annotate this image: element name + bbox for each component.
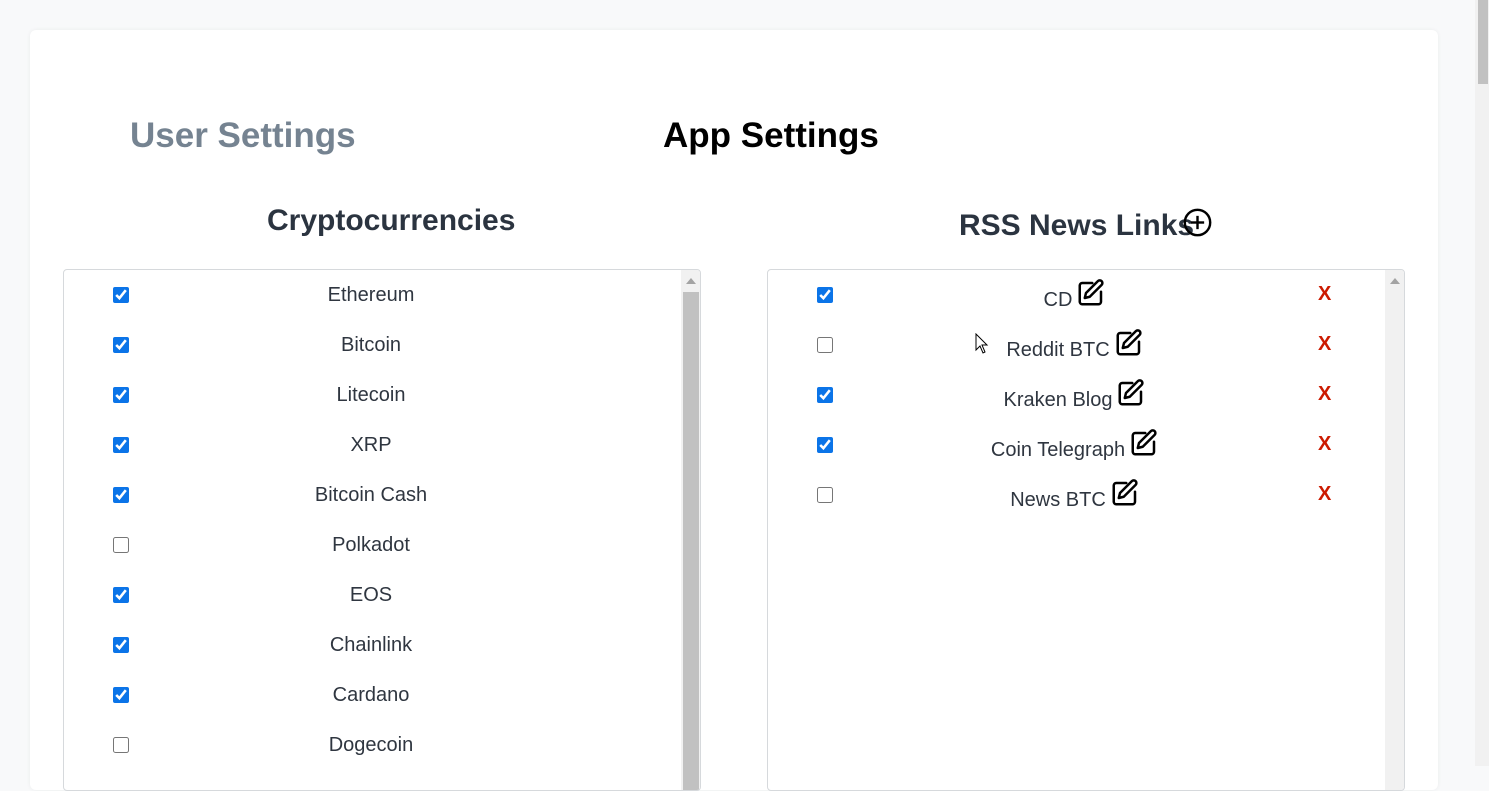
rss-label: News BTC [1010,489,1106,511]
rss-label-group: CD [868,278,1282,311]
crypto-label: Chainlink [329,634,413,656]
crypto-label: Litecoin [336,384,406,406]
delete-rss-button[interactable]: X [1318,432,1331,456]
scroll-up-arrow-icon[interactable] [686,278,696,284]
rss-checkbox[interactable] [817,437,833,453]
crypto-checkbox[interactable] [113,487,129,503]
scroll-up-arrow-icon[interactable] [1390,278,1400,284]
delete-rss-button[interactable]: X [1318,282,1331,306]
crypto-label: Bitcoin Cash [314,484,428,506]
rss-links-list: CD X Reddit BTC X Kraken Blog X Coin Telegraph… [767,269,1405,791]
crypto-row: Bitcoin Cash [64,470,680,520]
crypto-label: Dogecoin [328,734,414,756]
cryptocurrency-list: Ethereum Bitcoin Litecoin XRP Bitcoin Cash Po… [63,269,701,791]
rss-label: Reddit BTC [1006,339,1110,361]
crypto-row: Litecoin [64,370,680,420]
edit-icon[interactable] [1116,378,1146,408]
rss-news-links-heading: RSS News Links [959,209,1195,242]
crypto-checkbox[interactable] [113,537,129,553]
scrollbar-thumb[interactable] [683,292,699,790]
crypto-label: Cardano [332,684,410,706]
rss-label-group: Kraken Blog [868,378,1282,411]
crypto-checkbox[interactable] [113,637,129,653]
crypto-row: EOS [64,570,680,620]
crypto-row: Bitcoin [64,320,680,370]
edit-icon[interactable] [1129,428,1159,458]
rss-label: Kraken Blog [1003,389,1113,411]
crypto-checkbox[interactable] [113,687,129,703]
rss-checkbox[interactable] [817,337,833,353]
crypto-checkbox[interactable] [113,387,129,403]
rss-row: Reddit BTC X [768,320,1384,370]
crypto-label: Ethereum [327,284,415,306]
cryptocurrencies-heading: Cryptocurrencies [267,204,516,237]
crypto-label: Polkadot [332,534,410,556]
page-scrollbar-thumb[interactable] [1478,0,1488,84]
rss-row: CD X [768,270,1384,320]
delete-rss-button[interactable]: X [1318,382,1331,406]
crypto-checkbox[interactable] [113,287,129,303]
rss-label: Coin Telegraph [990,439,1126,461]
crypto-row: Ethereum [64,270,680,320]
page-scrollbar[interactable] [1475,0,1489,766]
mouse-cursor-icon [975,333,989,354]
crypto-list-scrollbar[interactable] [681,270,700,790]
rss-label-group: News BTC [868,478,1282,511]
rss-checkbox[interactable] [817,387,833,403]
crypto-label: EOS [349,584,393,606]
rss-checkbox[interactable] [817,287,833,303]
tab-user-settings[interactable]: User Settings [130,114,356,158]
delete-rss-button[interactable]: X [1318,482,1331,506]
tab-app-settings[interactable]: App Settings [663,114,879,158]
edit-icon[interactable] [1114,328,1144,358]
rss-row: News BTC X [768,470,1384,520]
edit-icon[interactable] [1110,478,1140,508]
rss-list-scrollbar[interactable] [1385,270,1404,790]
crypto-checkbox[interactable] [113,737,129,753]
rss-label-group: Coin Telegraph [868,428,1282,461]
crypto-row: Cardano [64,670,680,720]
rss-label: CD [1043,289,1073,311]
crypto-row: Polkadot [64,520,680,570]
rss-row: Kraken Blog X [768,370,1384,420]
crypto-row: XRP [64,420,680,470]
crypto-row: Chainlink [64,620,680,670]
crypto-label: Bitcoin [340,334,402,356]
crypto-checkbox[interactable] [113,437,129,453]
crypto-row: Dogecoin [64,720,680,770]
rss-label-group: Reddit BTC [868,328,1282,361]
rss-checkbox[interactable] [817,487,833,503]
crypto-checkbox[interactable] [113,337,129,353]
crypto-label: XRP [350,434,392,456]
edit-icon[interactable] [1076,278,1106,308]
delete-rss-button[interactable]: X [1318,332,1331,356]
crypto-checkbox[interactable] [113,587,129,603]
add-circle-icon[interactable] [1183,208,1212,237]
rss-row: Coin Telegraph X [768,420,1384,470]
